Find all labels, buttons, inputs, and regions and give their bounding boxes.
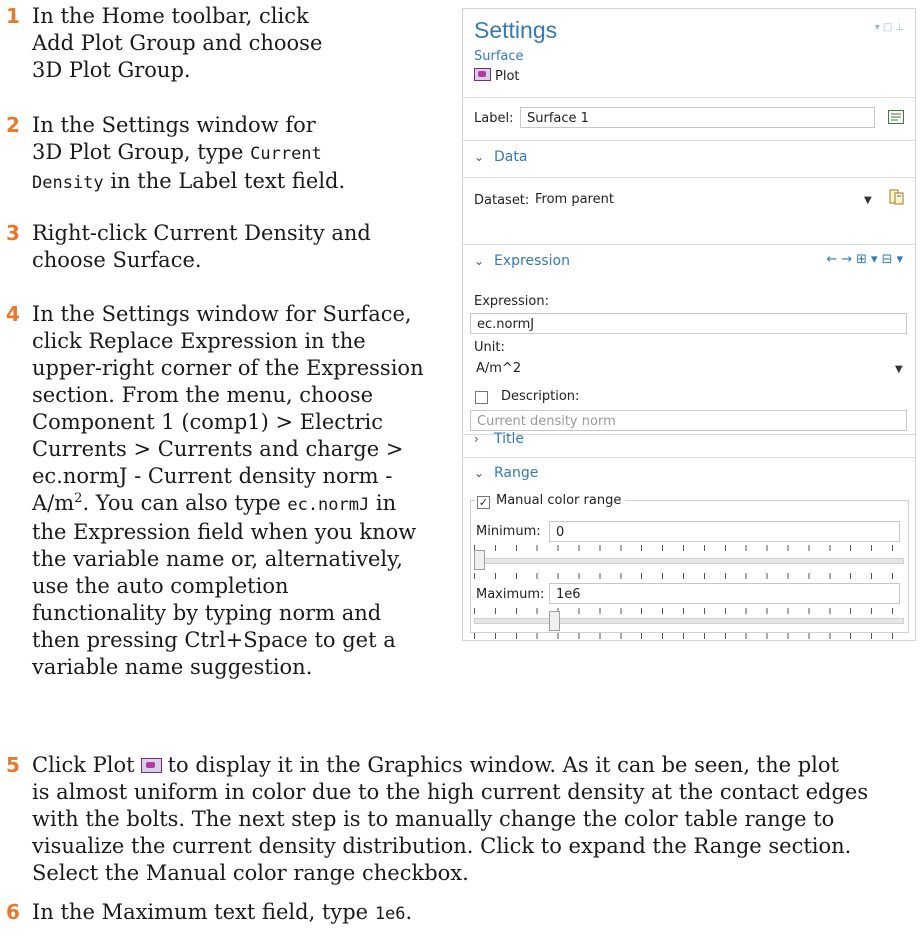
description-caption: Description:	[501, 389, 580, 404]
arrow-left-icon[interactable]: ←	[826, 252, 841, 267]
manual-color-range-checkbox[interactable]: ✓	[477, 496, 490, 509]
description-checkbox[interactable]	[475, 391, 488, 404]
expression-caption: Expression:	[474, 294, 549, 309]
minimum-slider-ticks	[474, 545, 904, 551]
chevron-down-icon: ⌄	[474, 150, 485, 164]
expression-toolbar: ←→⊞▾⊟▾	[826, 252, 907, 267]
maximum-slider-track[interactable]	[474, 618, 904, 624]
label-field[interactable]: Surface 1	[520, 107, 875, 128]
plot-button[interactable]: Plot	[474, 68, 520, 84]
manual-range-legend: ✓ Manual color range	[475, 493, 626, 509]
panel-subtitle: Surface	[474, 49, 524, 64]
minimum-slider-track[interactable]	[474, 558, 904, 564]
divider	[463, 457, 915, 458]
insert-expression-icon[interactable]: ⊟▾	[882, 252, 907, 267]
dataset-select[interactable]: From parent	[529, 189, 876, 210]
step-number: 3	[6, 221, 20, 245]
divider	[463, 434, 915, 435]
replace-expression-icon[interactable]: ⊞▾	[856, 252, 881, 267]
chevron-down-icon: ⌄	[474, 254, 485, 268]
step-number: 4	[6, 302, 20, 326]
section-range-header[interactable]: ⌄ Range	[474, 465, 538, 481]
settings-panel: Settings ▾□⊥ Surface Plot Label: Surface…	[462, 8, 916, 641]
divider	[463, 244, 915, 245]
step-number: 1	[6, 4, 20, 28]
maximum-slider-ticks	[474, 633, 904, 639]
maximum-field[interactable]: 1e6	[549, 583, 900, 604]
divider	[463, 97, 915, 98]
section-expression-header[interactable]: ⌄ Expression	[474, 253, 570, 269]
dropdown-icon: ▾	[874, 22, 883, 33]
description-field[interactable]: Current density norm	[470, 410, 907, 431]
step-text: In the Settings window for 3D Plot Group…	[32, 113, 346, 193]
dataset-caption: Dataset:	[474, 193, 530, 208]
step-text: In the Settings window for Surface, clic…	[32, 302, 424, 679]
step-number: 6	[6, 900, 20, 924]
arrow-right-icon[interactable]: →	[841, 252, 856, 267]
maximum-slider-thumb[interactable]	[549, 611, 561, 631]
chevron-right-icon: ›	[474, 432, 479, 446]
unit-caption: Unit:	[474, 340, 505, 355]
section-data-header[interactable]: ⌄ Data	[474, 149, 527, 165]
plot-icon	[474, 68, 491, 81]
minimum-caption: Minimum:	[476, 524, 541, 539]
step-text: Right-click Current Density and choose S…	[32, 221, 371, 272]
chevron-down-icon: ▼	[864, 195, 872, 206]
unit-select[interactable]: A/m^2	[470, 358, 907, 379]
step-text: In the Home toolbar, click Add Plot Grou…	[32, 4, 323, 82]
panel-title: Settings	[474, 17, 558, 43]
label-caption: Label:	[474, 111, 514, 126]
maximum-slider-ticks	[474, 608, 904, 614]
minimum-slider-ticks	[474, 573, 904, 579]
section-title-header[interactable]: › Title	[474, 431, 524, 447]
plot-icon	[140, 758, 162, 773]
expression-field[interactable]: ec.normJ	[470, 313, 907, 334]
maximize-icon: □	[882, 22, 896, 33]
edit-label-icon[interactable]	[886, 107, 906, 127]
divider	[463, 177, 915, 178]
maximum-caption: Maximum:	[476, 587, 545, 602]
divider	[463, 140, 915, 141]
chevron-down-icon: ▼	[895, 364, 903, 375]
code-text: 1e6	[374, 904, 406, 924]
minimum-slider-thumb[interactable]	[474, 550, 485, 570]
dataset-settings-icon[interactable]	[886, 187, 906, 207]
pin-icon: ⊥	[895, 22, 907, 33]
step-text: In the Maximum text field, type 1e6.	[32, 900, 413, 924]
step-number: 2	[6, 113, 20, 137]
window-controls[interactable]: ▾□⊥	[875, 22, 907, 33]
code-text: Current	[250, 144, 322, 164]
step-text: Click Plot to display it in the Graphics …	[32, 753, 869, 885]
code-text: ec.normJ	[287, 495, 370, 515]
code-text: Density	[32, 173, 104, 193]
minimum-field[interactable]: 0	[549, 521, 900, 542]
chevron-down-icon: ⌄	[474, 466, 485, 480]
step-number: 5	[6, 753, 20, 777]
